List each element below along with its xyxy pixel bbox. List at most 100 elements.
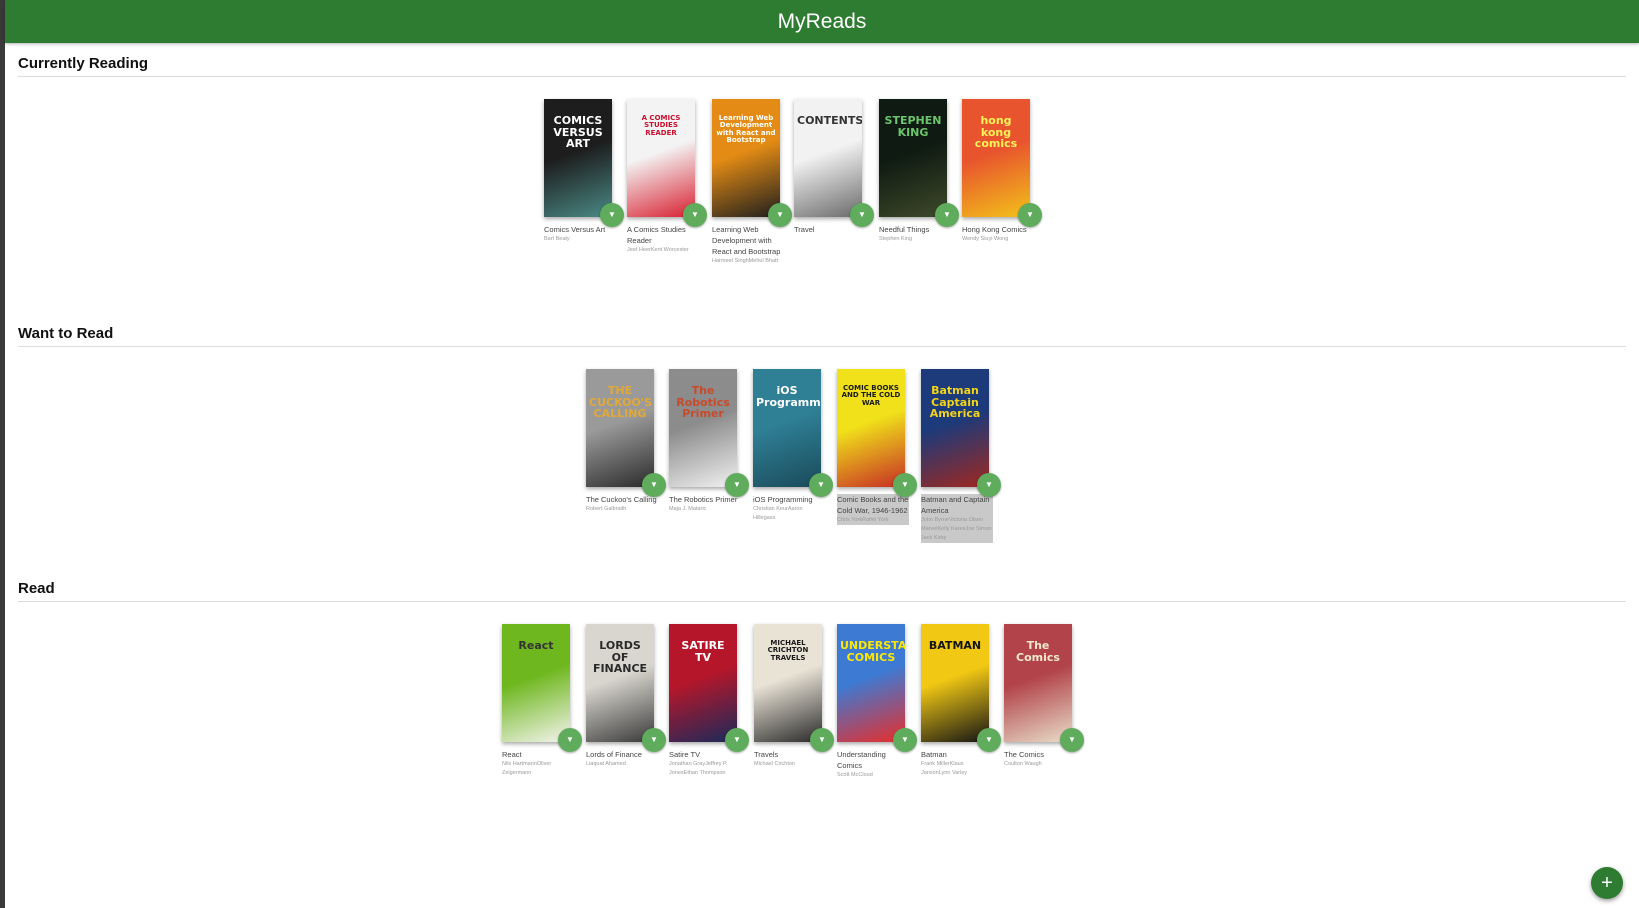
chevron-down-icon: ▼ (901, 735, 909, 744)
shelf-changer-button[interactable]: ▼ (809, 473, 833, 497)
book: React ▼ React Nils HartmannOliver Zeigerman… (502, 624, 582, 778)
shelf-changer-button[interactable]: ▼ (642, 728, 666, 752)
book-grid: THE CUCKOO'S CALLING ▼ The Cuckoo's Callin… (18, 347, 1626, 607)
cover-title-art: Learning Web Development with React and … (716, 114, 776, 145)
shelf-title: Currently Reading (18, 55, 1626, 77)
shelf-changer-button[interactable]: ▼ (850, 203, 874, 227)
book-authors: Coulton Waugh (1004, 761, 1042, 767)
book-title: Understanding Comics (837, 750, 886, 770)
book: BATMAN ▼ Batman Frank MillerKlaus JansonLyn… (921, 624, 1001, 778)
chevron-down-icon: ▼ (901, 480, 909, 489)
book-cover: iOS Programming (753, 369, 821, 487)
chevron-down-icon: ▼ (691, 210, 699, 219)
shelf-changer-button[interactable]: ▼ (810, 728, 834, 752)
cover-title-art: THE CUCKOO'S CALLING (589, 384, 653, 421)
book-title: Hong Kong Comics (962, 225, 1027, 234)
chevron-down-icon: ▼ (858, 210, 866, 219)
cover-title-art: BATMAN (928, 639, 982, 652)
book: The Robotics Primer ▼ The Robotics Primer M… (669, 369, 749, 514)
book-cover: CONTENTS (794, 99, 862, 217)
book-grid: COMICS VERSUS ART ▼ Comics Versus Art Bart … (18, 77, 1626, 337)
book: UNDERSTANDING COMICS ▼ Understanding Comic… (837, 624, 917, 780)
window-edge (0, 0, 5, 908)
shelf-currently-reading: Currently Reading COMICS VERSUS ART ▼ Comi… (18, 55, 1626, 337)
shelf-want-to-read: Want to Read THE CUCKOO'S CALLING ▼ The Cu… (18, 325, 1626, 607)
shelf-changer-button[interactable]: ▼ (977, 728, 1001, 752)
book-title: The Cuckoo's Calling (586, 495, 657, 504)
book-authors: John ByrneVictoria Olsen MarvelKelly Kar… (921, 516, 993, 543)
book: hong kong comics ▼ Hong Kong Comics Wendy S… (962, 99, 1042, 244)
book-cover: THE CUCKOO'S CALLING (586, 369, 654, 487)
book-authors: Stephen King (879, 236, 913, 242)
book-authors: Robert Galbraith (586, 506, 627, 512)
cover-title-art: CONTENTS (797, 114, 862, 127)
book-title: Travel (794, 225, 815, 234)
shelf-changer-button[interactable]: ▼ (1060, 728, 1084, 752)
shelf-changer-button[interactable]: ▼ (558, 728, 582, 752)
book-cover: The Comics (1004, 624, 1072, 742)
book-authors: Bart Beaty (544, 236, 570, 242)
shelf-title: Want to Read (18, 325, 1626, 347)
chevron-down-icon: ▼ (650, 735, 658, 744)
chevron-down-icon: ▼ (1026, 210, 1034, 219)
cover-title-art: Batman Captain America (929, 384, 981, 421)
book-cover: COMICS VERSUS ART (544, 99, 612, 217)
book: MICHAEL CRICHTON TRAVELS ▼ Travels Michael … (754, 624, 834, 769)
book-authors: Frank MillerKlaus JansonLynn Varley (921, 761, 968, 776)
shelf-changer-button[interactable]: ▼ (725, 473, 749, 497)
book: STEPHEN KING ▼ Needful Things Stephen King (879, 99, 959, 244)
shelf-changer-button[interactable]: ▼ (893, 728, 917, 752)
book-authors: Michael Crichton (754, 761, 795, 767)
cover-title-art: UNDERSTANDING COMICS (840, 639, 905, 664)
book-grid: React ▼ React Nils HartmannOliver Zeigerman… (18, 602, 1626, 862)
book-cover: MICHAEL CRICHTON TRAVELS (754, 624, 822, 742)
chevron-down-icon: ▼ (733, 480, 741, 489)
book-cover: COMIC BOOKS AND THE COLD WAR (837, 369, 905, 487)
add-book-button[interactable]: + (1591, 867, 1623, 899)
book: iOS Programming ▼ iOS Programming Christian… (753, 369, 833, 523)
shelf-changer-button[interactable]: ▼ (642, 473, 666, 497)
cover-title-art: The Comics (1016, 639, 1060, 664)
book: COMICS VERSUS ART ▼ Comics Versus Art Bart … (544, 99, 624, 244)
book-title: Batman and Captain America (921, 494, 993, 516)
book-authors: Jonathan GrayJeffrey P. JonesEthan Thomp… (669, 761, 728, 776)
shelf-changer-button[interactable]: ▼ (977, 473, 1001, 497)
cover-title-art: MICHAEL CRICHTON TRAVELS (767, 639, 809, 662)
book-cover: STEPHEN KING (879, 99, 947, 217)
shelf-changer-button[interactable]: ▼ (683, 203, 707, 227)
shelf-changer-button[interactable]: ▼ (893, 473, 917, 497)
book-title: Satire TV (669, 750, 701, 759)
book-cover: Learning Web Development with React and … (712, 99, 780, 217)
shelf-changer-button[interactable]: ▼ (935, 203, 959, 227)
book-title: Batman (921, 750, 947, 759)
cover-title-art: COMIC BOOKS AND THE COLD WAR (841, 384, 901, 407)
book-authors: Liaquat Ahamed (586, 761, 626, 767)
chevron-down-icon: ▼ (818, 735, 826, 744)
book-title: React (502, 750, 522, 759)
plus-icon: + (1601, 871, 1613, 894)
shelf-changer-button[interactable]: ▼ (600, 203, 624, 227)
book-title: Learning Web Development with React and … (712, 225, 781, 256)
chevron-down-icon: ▼ (817, 480, 825, 489)
book-authors: Wendy Siuyi Wong (962, 236, 1009, 242)
book-authors: Maja J. Mataric (669, 506, 707, 512)
chevron-down-icon: ▼ (776, 210, 784, 219)
book-authors: Christian KeurAaron Hillegass (753, 506, 803, 521)
book-cover: Batman Captain America (921, 369, 989, 487)
shelf-changer-button[interactable]: ▼ (725, 728, 749, 752)
cover-title-art: iOS Programming (756, 384, 821, 409)
book-title: iOS Programming (753, 495, 813, 504)
book-title: The Comics (1004, 750, 1045, 759)
chevron-down-icon: ▼ (566, 735, 574, 744)
book: LORDS OF FINANCE ▼ Lords of Finance Liaquat… (586, 624, 666, 769)
book-title: A Comics Studies Reader (627, 225, 686, 245)
book: SATIRE TV ▼ Satire TV Jonathan GrayJeffrey … (669, 624, 749, 778)
cover-title-art: SATIRE TV (681, 639, 725, 664)
chevron-down-icon: ▼ (1068, 735, 1076, 744)
book-authors: Chris YorkRafiel York (837, 516, 909, 525)
book-cover: SATIRE TV (669, 624, 737, 742)
shelf-changer-button[interactable]: ▼ (1018, 203, 1042, 227)
cover-title-art: A COMICS STUDIES READER (641, 114, 681, 137)
shelf-changer-button[interactable]: ▼ (768, 203, 792, 227)
book: CONTENTS ▼ Travel (794, 99, 874, 235)
